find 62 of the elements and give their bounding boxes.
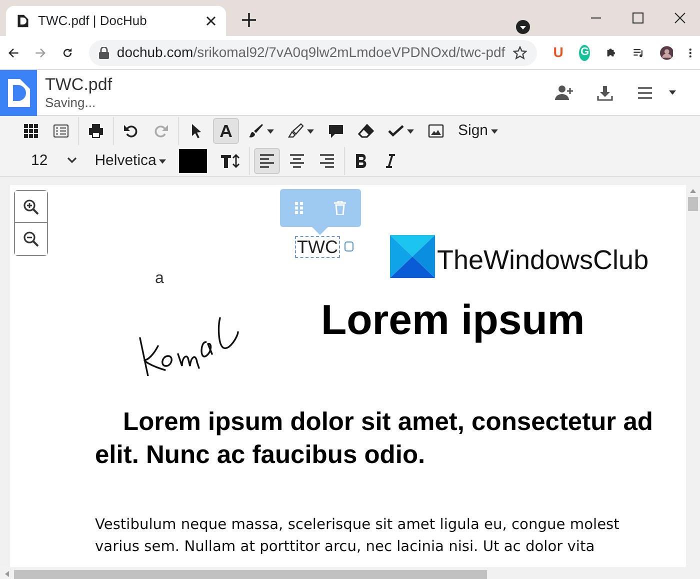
image-icon	[428, 123, 444, 139]
text-annotation: a	[155, 269, 164, 289]
lock-icon	[98, 46, 109, 58]
tab-title: TWC.pdf | DocHub	[38, 12, 148, 30]
logo-text: TheWindowsClub	[437, 244, 649, 277]
letter-a-icon	[218, 123, 234, 139]
zoom-in-button[interactable]	[15, 191, 47, 223]
text-box[interactable]: TWC	[295, 236, 340, 258]
document-title: TWC.pdf	[45, 74, 112, 95]
zoom-out-icon	[23, 231, 39, 247]
scrollbar-thumb[interactable]	[14, 570, 487, 578]
windows-logo-icon	[390, 235, 435, 278]
zoom-in-icon	[23, 198, 39, 214]
list-icon	[53, 123, 69, 139]
maximize-icon[interactable]	[632, 12, 644, 24]
url-text: dochub.com/srikomal92/7vA0q9lw2mLmdoeVPDNOxd/twc-pdf	[116, 43, 506, 62]
scrollbar-thumb[interactable]	[688, 197, 698, 211]
more-icon[interactable]	[689, 46, 692, 60]
align-right-icon	[319, 153, 336, 169]
text-height-icon	[220, 153, 240, 169]
eraser-icon	[358, 123, 374, 139]
save-status: Saving...	[45, 95, 97, 112]
highlighter-icon	[288, 123, 304, 139]
star-icon[interactable]	[513, 46, 528, 60]
caret-icon	[159, 158, 166, 164]
letter-a-tool-button[interactable]	[213, 118, 239, 144]
font-family-menu[interactable]: Helvetica	[90, 148, 172, 174]
drag-handle-icon[interactable]	[295, 202, 304, 214]
speech-bubble-icon	[328, 123, 344, 139]
add-user-icon[interactable]	[555, 84, 573, 100]
horizontal-scrollbar[interactable]	[0, 567, 700, 579]
paragraph-line: varius sem. Nullam at porttitor arcu, nec lacinia nisi. Ut ac dolor vita	[95, 537, 595, 557]
sign-menu-button[interactable]: Sign	[453, 118, 504, 144]
align-left-button[interactable]	[254, 148, 280, 174]
resize-handle-icon[interactable]	[344, 241, 354, 252]
close-icon[interactable]	[674, 12, 686, 24]
redo-icon	[153, 123, 169, 139]
subheading: Lorem ipsum dolor sit amet, consectetur ad	[123, 407, 653, 438]
align-left-icon	[259, 153, 276, 169]
checkmark-icon	[388, 123, 404, 139]
subheading: elit. Nunc ac faucibus odio.	[95, 440, 426, 471]
browser-tab[interactable]: TWC.pdf | DocHub	[6, 6, 226, 36]
grid-icon	[23, 123, 39, 139]
font-size-select[interactable]: 12	[26, 148, 82, 174]
italic-icon	[384, 153, 396, 169]
undo-icon	[123, 123, 139, 139]
chevron-icon	[66, 157, 77, 164]
bold-icon	[354, 153, 368, 169]
color-swatch[interactable]	[179, 149, 208, 173]
address-bar[interactable]: dochub.com/srikomal92/7vA0q9lw2mLmdoeVPDNOxd/twc-pdf	[88, 40, 538, 66]
menu-icon[interactable]	[637, 86, 653, 100]
caret-icon	[669, 90, 676, 95]
dropdown-circle-icon[interactable]	[516, 20, 530, 34]
site-logo-icon	[16, 13, 30, 29]
align-center-icon	[289, 153, 306, 169]
heading: Lorem ipsum	[321, 295, 585, 345]
brush-icon	[248, 123, 264, 139]
new-tab-icon[interactable]	[242, 12, 256, 27]
download-icon[interactable]	[597, 84, 613, 100]
paragraph-line: Vestibulum neque massa, scelerisque sit amet ligula eu, congue molest	[95, 515, 620, 535]
close-icon[interactable]	[206, 16, 216, 26]
print-icon	[88, 123, 104, 139]
